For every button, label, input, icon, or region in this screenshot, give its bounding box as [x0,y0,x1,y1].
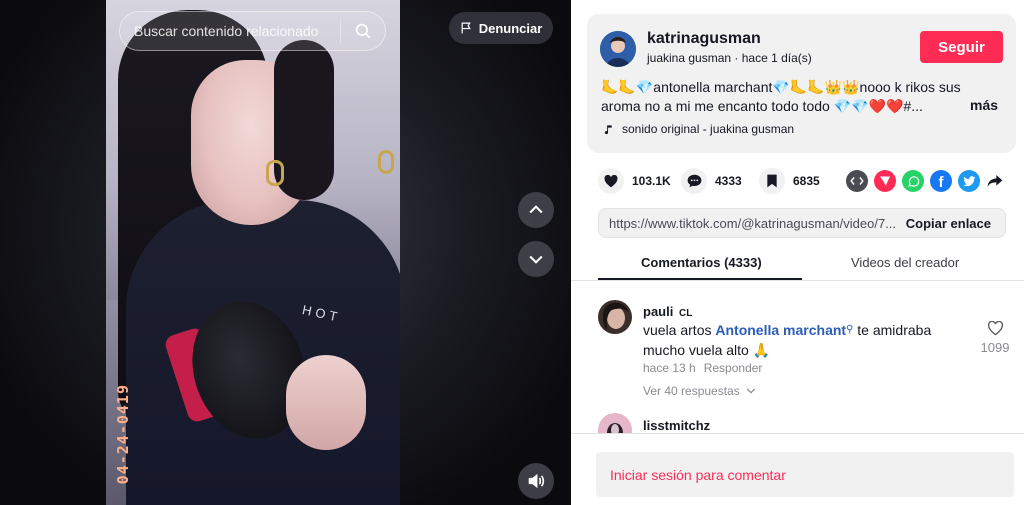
video-timestamp-overlay: 04-24-0419 [114,384,132,485]
video-link-box: https://www.tiktok.com/@katrinagusman/vi… [598,208,1006,238]
like-stat[interactable]: 103.1K [598,168,671,194]
volume-icon [528,473,545,489]
comment-meta: hace 13 h Responder [643,361,762,375]
flag-icon [461,22,471,34]
chevron-up-icon [529,205,543,214]
whatsapp-icon[interactable] [902,170,924,192]
author-username[interactable]: katrinagusman [647,30,761,48]
comment-badge: CL [678,308,693,319]
comment-input-divider [571,433,1024,434]
search-icon [355,23,371,39]
comment-like[interactable]: 1099 [980,321,1010,355]
comment-username[interactable]: pauli CL [643,304,692,319]
send-icon[interactable] [874,170,896,192]
previous-video-button[interactable] [518,192,554,228]
chevron-down-icon [529,255,543,264]
comment-like-count: 1099 [980,340,1010,355]
comment-username[interactable]: lisstmitchz [643,418,710,433]
avatar-image [598,300,632,334]
search-box[interactable] [119,11,386,51]
avatar-image [600,31,636,67]
comment-time: hace 13 h [643,361,696,375]
heart-outline-icon [987,321,1003,336]
comment-icon [681,168,707,194]
reply-button[interactable]: Responder [704,361,763,375]
post-time: hace 1 día(s) [741,51,812,65]
video-player[interactable]: HOT 04-24-0419 [106,0,400,505]
comment-avatar[interactable] [598,300,632,334]
save-count: 6835 [793,174,820,188]
login-to-comment-button[interactable]: Iniciar sesión para comentar [596,452,1014,497]
author-avatar[interactable] [600,31,636,67]
video-pane[interactable]: HOT 04-24-0419 Denunciar [0,0,571,505]
more-link[interactable]: más [970,97,998,113]
comment-mention[interactable]: Antonella marchant [715,322,846,338]
tabs-divider [571,280,1024,281]
facebook-icon[interactable]: f [930,170,952,192]
view-replies-button[interactable]: Ver 40 respuestas [643,384,756,398]
volume-button[interactable] [518,463,554,499]
like-count: 103.1K [632,174,671,188]
report-label: Denunciar [478,20,543,36]
twitter-icon[interactable] [958,170,980,192]
next-video-button[interactable] [518,241,554,277]
tab-creator-videos[interactable]: Videos del creador [851,255,959,270]
video-url[interactable]: https://www.tiktok.com/@katrinagusman/vi… [599,216,906,231]
tab-comments[interactable]: Comentarios (4333) [641,255,762,270]
comment-count: 4333 [715,174,742,188]
bookmark-icon [759,168,785,194]
comment-stat[interactable]: 4333 [681,168,742,194]
follow-button[interactable]: Seguir [920,31,1003,63]
music-note-icon [604,124,612,134]
video-description: 🦶🦶💎antonella marchant💎🦶🦶👑👑nooo k rikos s… [601,79,961,114]
copy-link-button[interactable]: Copiar enlace [906,216,1005,231]
author-display-name: juakina gusman [647,51,732,65]
chevron-down-icon [746,388,755,394]
heart-icon [598,168,624,194]
report-button[interactable]: Denunciar [449,12,553,44]
save-stat[interactable]: 6835 [759,168,820,194]
author-meta: juakina gusman · hace 1 día(s) [647,51,812,65]
search-button[interactable] [341,11,385,51]
comment-text: vuela artos Antonella marchant⚲ te amidr… [643,322,932,358]
music-info[interactable]: sonido original - juakina gusman [603,122,794,136]
share-arrow-icon[interactable] [984,170,1006,192]
search-input[interactable] [120,23,340,39]
music-label: sonido original - juakina gusman [622,122,795,136]
embed-icon[interactable] [846,170,868,192]
